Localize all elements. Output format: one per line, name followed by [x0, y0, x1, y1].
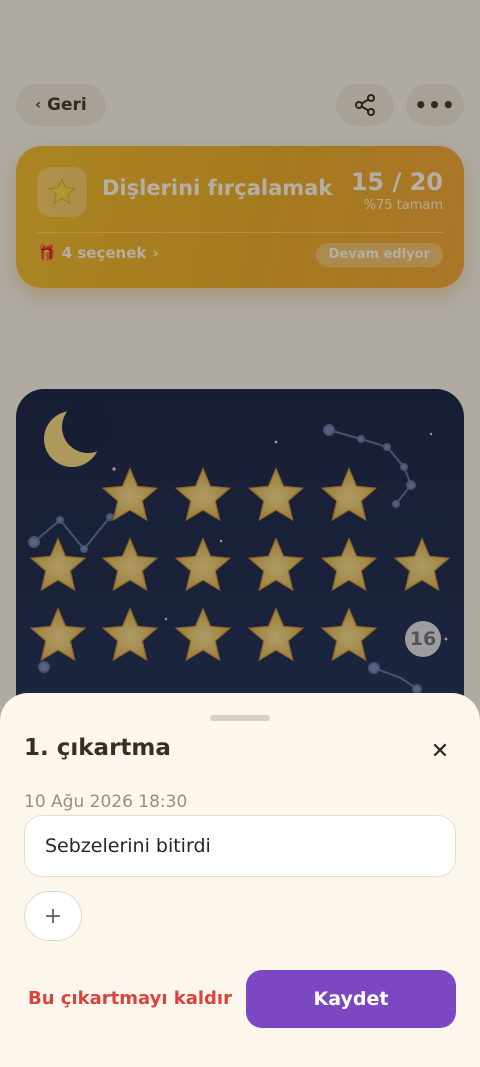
- sticker-date: 10 Ağu 2026 18:30: [24, 792, 188, 812]
- close-button[interactable]: ✕: [424, 735, 456, 767]
- remove-sticker-button[interactable]: Bu çıkartmayı kaldır: [24, 969, 236, 1027]
- save-button[interactable]: Kaydet: [246, 970, 456, 1028]
- add-button[interactable]: +: [24, 891, 82, 941]
- close-icon: ✕: [430, 738, 450, 764]
- plus-icon: +: [43, 903, 63, 929]
- note-input[interactable]: [24, 815, 456, 877]
- sticker-bottom-sheet: 1. çıkartma ✕ 10 Ağu 2026 18:30 + Bu çık…: [0, 693, 480, 1067]
- sheet-title: 1. çıkartma: [24, 735, 171, 761]
- sheet-grabber[interactable]: [210, 715, 270, 721]
